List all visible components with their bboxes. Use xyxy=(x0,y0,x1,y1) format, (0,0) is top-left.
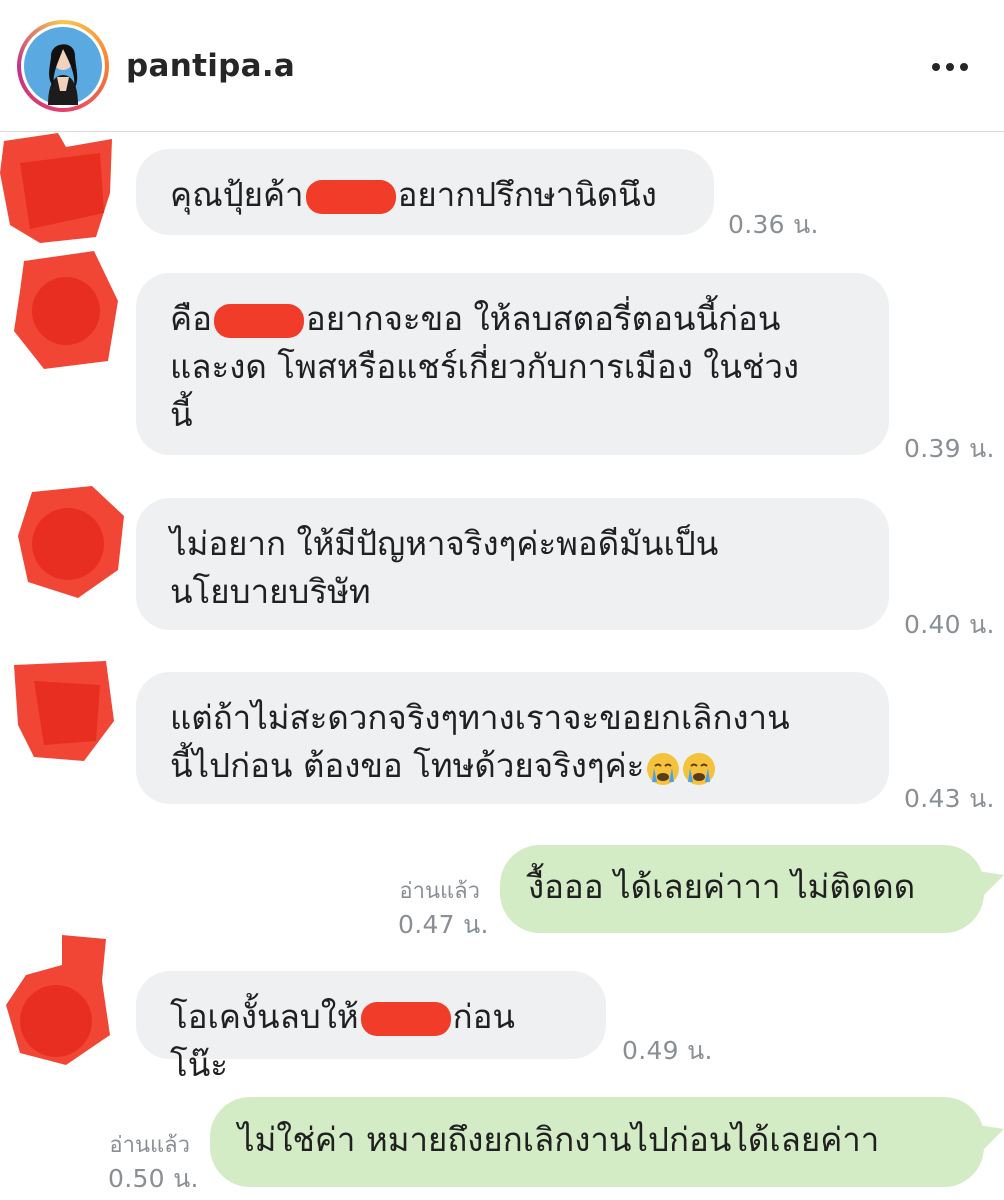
redacted-avatar xyxy=(0,133,120,243)
message-text: งื้อออ ได้เลยค่าาา ไม่ติดดด xyxy=(528,867,916,906)
message-text: ไม่อยาก ให้มีปัญหาจริงๆค่ะพอดีมันเป็น นโ… xyxy=(170,524,719,611)
bubble-tail xyxy=(978,1125,1004,1155)
message-timestamp: 0.50 น. xyxy=(108,1164,199,1193)
redacted-avatar xyxy=(6,935,110,1065)
message-text: โอเคงั้นลบให้ xyxy=(170,997,359,1036)
message-bubble-incoming[interactable]: คือ อยากจะขอ ให้ลบสตอรี่ตอนนี้ก่อน และงด … xyxy=(136,273,889,455)
message-timestamp: 0.43 น. xyxy=(904,784,995,813)
message-bubble-incoming[interactable]: แต่ถ้าไม่สะดวกจริงๆทางเราจะขอยกเลิกงาน น… xyxy=(136,672,889,804)
crying-face-emoji xyxy=(682,751,716,785)
bubble-tail xyxy=(978,871,1004,901)
username[interactable]: pantipa.a xyxy=(126,48,295,84)
message-bubble-incoming[interactable]: โอเคงั้นลบให้ ก่อนโน๊ะ xyxy=(136,971,606,1084)
read-receipt: อ่านแล้ว xyxy=(109,1133,190,1158)
message-text: ไม่ใช่ค่า หมายถึงยกเลิกงานไปก่อนได้เลยค่… xyxy=(238,1120,880,1159)
message-timestamp: 0.40 น. xyxy=(904,610,995,639)
message-timestamp: 0.49 น. xyxy=(622,1036,713,1065)
chat-thread: คุณปุ้ยค้า อยากปรึกษานิดนึง 0.36 น. คือ อย… xyxy=(0,133,1004,1200)
message-timestamp: 0.39 น. xyxy=(904,434,995,463)
message-text: อยากปรึกษานิดนึง xyxy=(397,175,657,214)
message-bubble-incoming[interactable]: ไม่อยาก ให้มีปัญหาจริงๆค่ะพอดีมันเป็น นโ… xyxy=(136,498,889,630)
avatar-story-ring[interactable] xyxy=(17,20,109,112)
message-text: คือ xyxy=(170,299,212,338)
redaction-mark xyxy=(360,1001,451,1036)
avatar-illustration-icon xyxy=(24,27,102,105)
redacted-avatar xyxy=(14,661,114,761)
redacted-avatar xyxy=(18,486,124,598)
message-bubble-outgoing[interactable]: ไม่ใช่ค่า หมายถึงยกเลิกงานไปก่อนได้เลยค่… xyxy=(210,1097,984,1187)
redacted-avatar xyxy=(14,251,118,369)
redaction-mark xyxy=(213,303,304,338)
profile-header: pantipa.a xyxy=(0,0,1004,132)
message-timestamp: 0.47 น. xyxy=(398,910,489,939)
avatar[interactable] xyxy=(21,24,105,108)
message-bubble-outgoing[interactable]: งื้อออ ได้เลยค่าาา ไม่ติดดด xyxy=(500,845,984,933)
more-horizontal-icon[interactable] xyxy=(926,52,974,82)
message-bubble-incoming[interactable]: คุณปุ้ยค้า อยากปรึกษานิดนึง xyxy=(136,149,714,235)
message-timestamp: 0.36 น. xyxy=(728,210,819,239)
redaction-mark xyxy=(305,179,396,214)
read-receipt: อ่านแล้ว xyxy=(399,879,480,904)
crying-face-emoji xyxy=(646,751,680,785)
message-text: คุณปุ้ยค้า xyxy=(170,175,304,214)
